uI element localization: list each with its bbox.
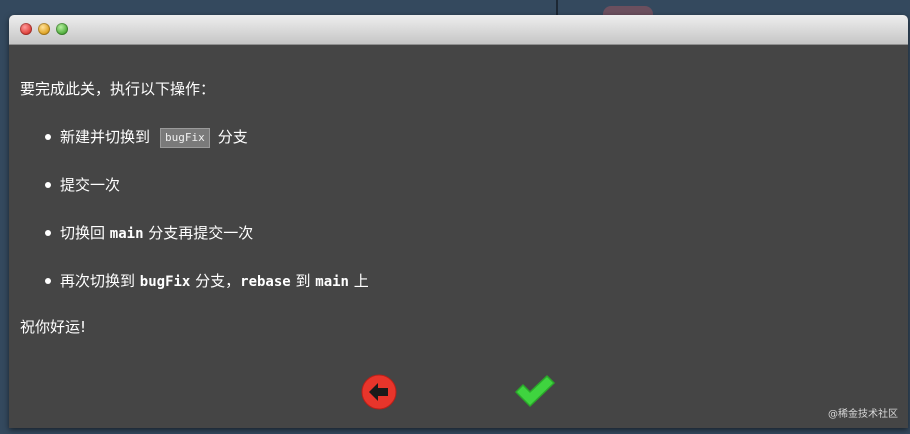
- bullet-icon: [45, 230, 51, 236]
- good-luck-text: 祝你好运!: [20, 318, 87, 336]
- watermark: @稀金技术社区: [828, 409, 898, 420]
- task-item: 切换回 main 分支再提交一次: [20, 223, 898, 243]
- background-divider: [556, 0, 558, 16]
- task-item: 提交一次: [20, 175, 898, 195]
- task-text: 上: [348, 272, 369, 290]
- checkmark-icon: [515, 375, 555, 407]
- task-text: 分支再提交一次: [143, 224, 254, 242]
- task-item: 再次切换到 bugFix 分支，rebase 到 main 上: [20, 271, 898, 291]
- titlebar[interactable]: [9, 15, 908, 45]
- task-text: 再次切换到: [60, 272, 140, 290]
- branch-name-code: main: [109, 226, 144, 242]
- bullet-icon: [45, 182, 51, 188]
- confirm-button[interactable]: [514, 374, 556, 408]
- task-text: 分支，: [190, 272, 241, 290]
- task-text: 分支: [217, 128, 248, 146]
- task-list: 新建并切换到 bugFix 分支 提交一次 切换回 main 分支再提交一次 再次切…: [20, 127, 898, 291]
- dialog-content: 要完成此关，执行以下操作： 新建并切换到 bugFix 分支 提交一次 切换回 ma…: [20, 79, 898, 337]
- command-code: rebase: [240, 274, 291, 290]
- level-dialog-window: 要完成此关，执行以下操作： 新建并切换到 bugFix 分支 提交一次 切换回 ma…: [9, 15, 908, 428]
- task-item: 新建并切换到 bugFix 分支: [20, 127, 898, 148]
- intro-text: 要完成此关，执行以下操作：: [20, 80, 216, 98]
- window-close-button[interactable]: [20, 23, 32, 35]
- task-text: 到: [290, 272, 316, 290]
- branch-name-code: main: [315, 274, 349, 290]
- task-text: 切换回: [60, 224, 110, 242]
- bullet-icon: [45, 278, 51, 284]
- back-arrow-icon: [361, 374, 397, 410]
- task-text: 提交一次: [60, 176, 121, 194]
- window-minimize-button[interactable]: [38, 23, 50, 35]
- back-button[interactable]: [361, 374, 397, 410]
- branch-name-code: bugFix: [139, 274, 191, 290]
- bullet-icon: [45, 134, 51, 140]
- window-maximize-button[interactable]: [56, 23, 68, 35]
- task-text: 新建并切换到: [60, 128, 151, 146]
- branch-name-chip: bugFix: [160, 127, 210, 148]
